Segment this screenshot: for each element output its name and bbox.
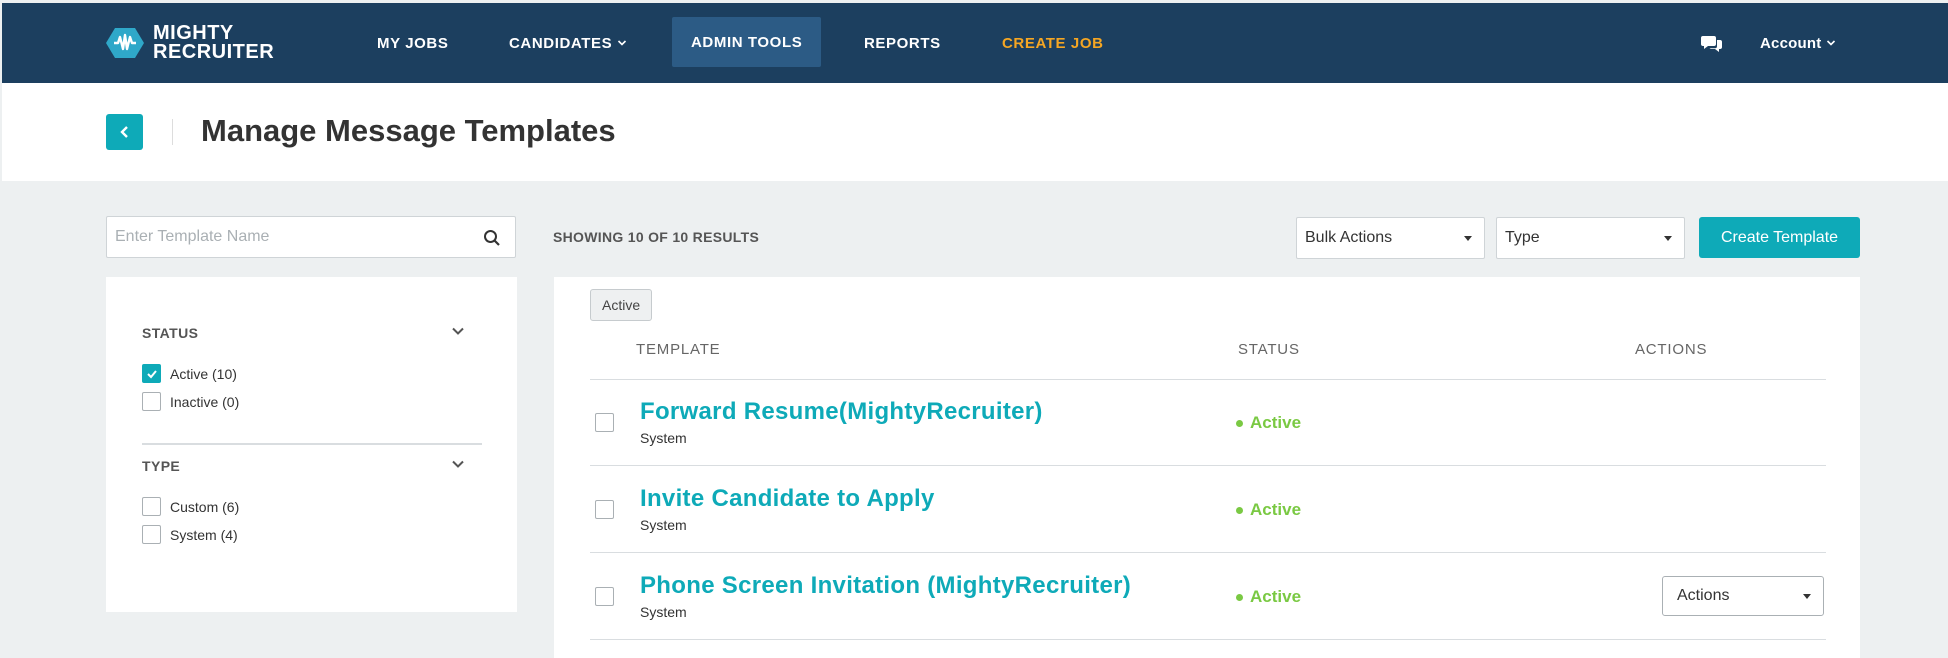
filter-option-active[interactable]: Active (10) — [142, 364, 237, 383]
column-header-template: TEMPLATE — [636, 341, 721, 358]
chevron-down-icon — [617, 38, 627, 48]
row-checkbox[interactable] — [595, 500, 614, 519]
status-badge: Active — [1236, 500, 1301, 520]
caret-down-icon — [1664, 236, 1672, 241]
label-text: Custom — [170, 498, 219, 515]
checkbox-custom[interactable] — [142, 497, 161, 516]
caret-down-icon — [1464, 236, 1472, 241]
checkbox-inactive[interactable] — [142, 392, 161, 411]
template-type: System — [640, 430, 687, 446]
count-text: (6) — [222, 498, 240, 515]
label-text: Active — [170, 365, 209, 382]
status-text: Active — [1250, 587, 1302, 606]
count-text: (4) — [220, 526, 238, 543]
row-actions-select[interactable]: Actions — [1662, 576, 1824, 616]
templates-table: Active TEMPLATE STATUS ACTIONS Forward R… — [554, 277, 1860, 658]
table-row: Phone Screen Invitation (MightyRecruiter… — [590, 554, 1826, 640]
filter-divider — [142, 443, 482, 445]
row-checkbox[interactable] — [595, 413, 614, 432]
nav-candidates[interactable]: CANDIDATES — [509, 3, 627, 83]
label-text: System — [170, 526, 217, 543]
table-row: Invite Candidate to Apply System Active — [590, 467, 1826, 553]
template-link[interactable]: Invite Candidate to Apply — [640, 485, 935, 513]
type-select[interactable]: Type — [1496, 217, 1685, 259]
status-text: Active — [1250, 500, 1302, 519]
column-header-actions: ACTIONS — [1635, 341, 1708, 358]
chevron-down-icon[interactable] — [451, 457, 465, 471]
page-title: Manage Message Templates — [201, 113, 616, 148]
nav-create-job[interactable]: CREATE JOB — [1002, 3, 1104, 83]
filter-option-system[interactable]: System (4) — [142, 525, 238, 544]
nav-my-jobs-label: MY JOBS — [377, 34, 449, 52]
search-icon[interactable] — [483, 229, 501, 247]
results-count: SHOWING 10 OF 10 RESULTS — [553, 229, 760, 245]
search-input[interactable] — [107, 217, 467, 257]
nav-my-jobs[interactable]: MY JOBS — [377, 3, 448, 83]
page-header: Manage Message Templates — [2, 83, 1948, 181]
account-menu[interactable]: Account — [1760, 3, 1836, 83]
column-header-status: STATUS — [1238, 341, 1300, 358]
logo-icon — [105, 27, 145, 59]
template-link[interactable]: Forward Resume(MightyRecruiter) — [640, 398, 1043, 426]
chat-icon[interactable] — [1701, 33, 1723, 53]
status-text: Active — [1250, 413, 1302, 432]
count-text: (10) — [212, 365, 237, 382]
template-search — [106, 216, 516, 258]
template-type: System — [640, 604, 687, 620]
account-label: Account — [1760, 34, 1822, 52]
filter-option-label: Active (10) — [170, 366, 237, 382]
label-text: Inactive — [170, 393, 219, 410]
filters-panel: STATUS Active (10) Inactive (0) TYPE Cus… — [106, 277, 517, 612]
bulk-actions-select[interactable]: Bulk Actions — [1296, 217, 1485, 259]
checkbox-active[interactable] — [142, 364, 161, 383]
filter-option-custom[interactable]: Custom (6) — [142, 497, 239, 516]
type-filter-title: TYPE — [142, 458, 181, 474]
logo-line-2: RECRUITER — [153, 41, 275, 63]
bulk-actions-label: Bulk Actions — [1305, 229, 1393, 246]
status-badge: Active — [1236, 587, 1301, 607]
filter-option-label: Inactive (0) — [170, 394, 239, 410]
checkbox-system[interactable] — [142, 525, 161, 544]
status-filter-title: STATUS — [142, 325, 199, 341]
status-dot-icon — [1236, 593, 1243, 601]
active-filter-tag[interactable]: Active — [590, 289, 653, 321]
nav-admin-tools[interactable]: ADMIN TOOLS — [672, 17, 822, 67]
nav-create-job-label: CREATE JOB — [1002, 34, 1104, 52]
row-checkbox[interactable] — [595, 587, 614, 606]
status-dot-icon — [1236, 506, 1243, 514]
logo-text: MIGHTY RECRUITER — [153, 23, 275, 63]
nav-reports[interactable]: REPORTS — [864, 3, 941, 83]
chevron-down-icon[interactable] — [451, 324, 465, 338]
filter-option-inactive[interactable]: Inactive (0) — [142, 392, 239, 411]
status-dot-icon — [1236, 419, 1243, 427]
row-actions-label: Actions — [1677, 587, 1730, 604]
count-text: (0) — [222, 393, 240, 410]
nav-candidates-label: CANDIDATES — [509, 34, 613, 52]
top-navigation-bar: MIGHTY RECRUITER MY JOBS CANDIDATES ADMI… — [2, 3, 1948, 83]
header-divider — [172, 119, 173, 145]
create-template-button[interactable]: Create Template — [1699, 217, 1860, 258]
caret-down-icon — [1803, 594, 1811, 599]
back-button[interactable] — [106, 114, 143, 150]
chevron-left-icon — [119, 126, 128, 138]
filter-option-label: Custom (6) — [170, 499, 239, 515]
status-badge: Active — [1236, 413, 1301, 433]
template-link[interactable]: Phone Screen Invitation (MightyRecruiter… — [640, 572, 1131, 600]
chevron-down-icon — [1826, 38, 1836, 48]
nav-admin-tools-label: ADMIN TOOLS — [691, 33, 803, 51]
template-type: System — [640, 517, 687, 533]
table-row: Forward Resume(MightyRecruiter) System A… — [590, 380, 1826, 466]
nav-reports-label: REPORTS — [864, 34, 941, 52]
mightyrecruiter-logo[interactable]: MIGHTY RECRUITER — [105, 22, 274, 64]
type-select-label: Type — [1505, 229, 1540, 246]
filter-option-label: System (4) — [170, 527, 238, 543]
checkmark-icon — [146, 369, 157, 378]
